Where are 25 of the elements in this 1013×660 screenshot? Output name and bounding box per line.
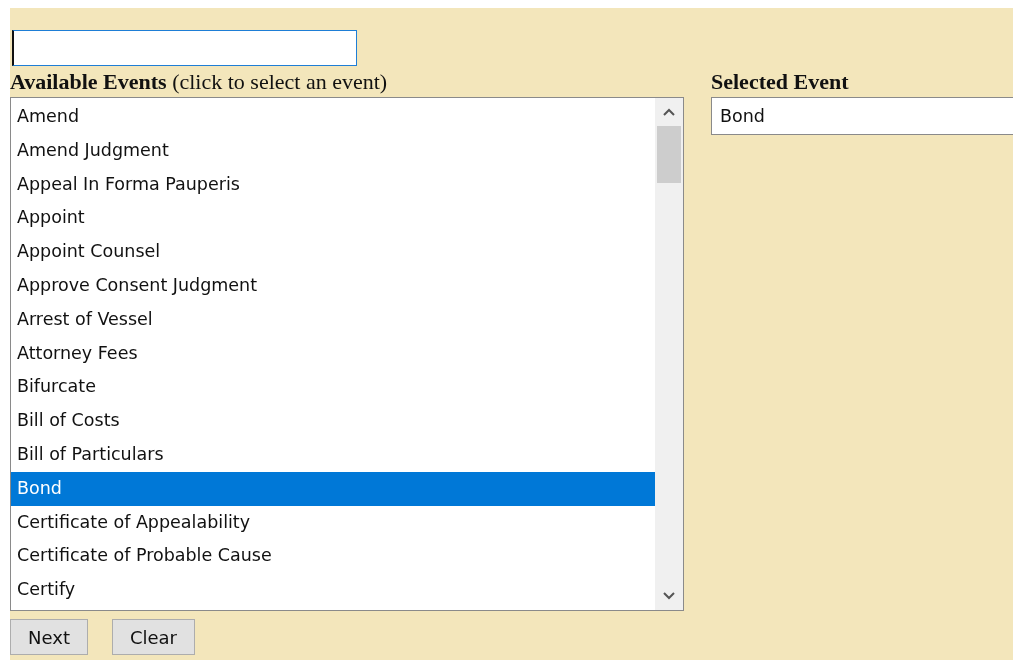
clear-button[interactable]: Clear (111, 619, 195, 655)
selected-event-field[interactable]: Bond (711, 97, 1013, 135)
next-button[interactable]: Next (10, 619, 88, 655)
event-option[interactable]: Appoint (11, 201, 655, 236)
event-option[interactable]: Certificate of Probable Cause (11, 539, 655, 574)
event-option[interactable]: Appeal In Forma Pauperis (11, 167, 655, 202)
event-option[interactable]: Appoint Counsel (11, 235, 655, 269)
available-events-heading: Available Events (click to select an event) (10, 69, 389, 95)
scrollbar[interactable] (655, 98, 683, 610)
scroll-up-icon[interactable] (663, 108, 675, 116)
scroll-down-icon[interactable] (663, 592, 675, 600)
event-option[interactable]: Attorney Fees (11, 336, 655, 371)
event-option[interactable]: Bill of Particulars (11, 437, 655, 472)
search-field[interactable] (12, 30, 357, 66)
event-option[interactable]: Bifurcate (11, 370, 655, 405)
event-option[interactable]: Arrest of Vessel (11, 302, 655, 337)
event-option[interactable]: Approve Consent Judgment (11, 269, 655, 303)
scroll-thumb[interactable] (657, 126, 681, 183)
event-option[interactable]: Amend (11, 100, 655, 134)
selected-event-heading: Selected Event (711, 69, 850, 95)
event-option[interactable]: Certificate of Appealability (11, 505, 655, 540)
event-option[interactable]: Bill of Costs (11, 404, 655, 438)
event-option[interactable]: Amend Judgment (11, 133, 655, 168)
event-option[interactable]: Bond (11, 471, 655, 506)
event-option[interactable]: Certify (11, 573, 655, 607)
